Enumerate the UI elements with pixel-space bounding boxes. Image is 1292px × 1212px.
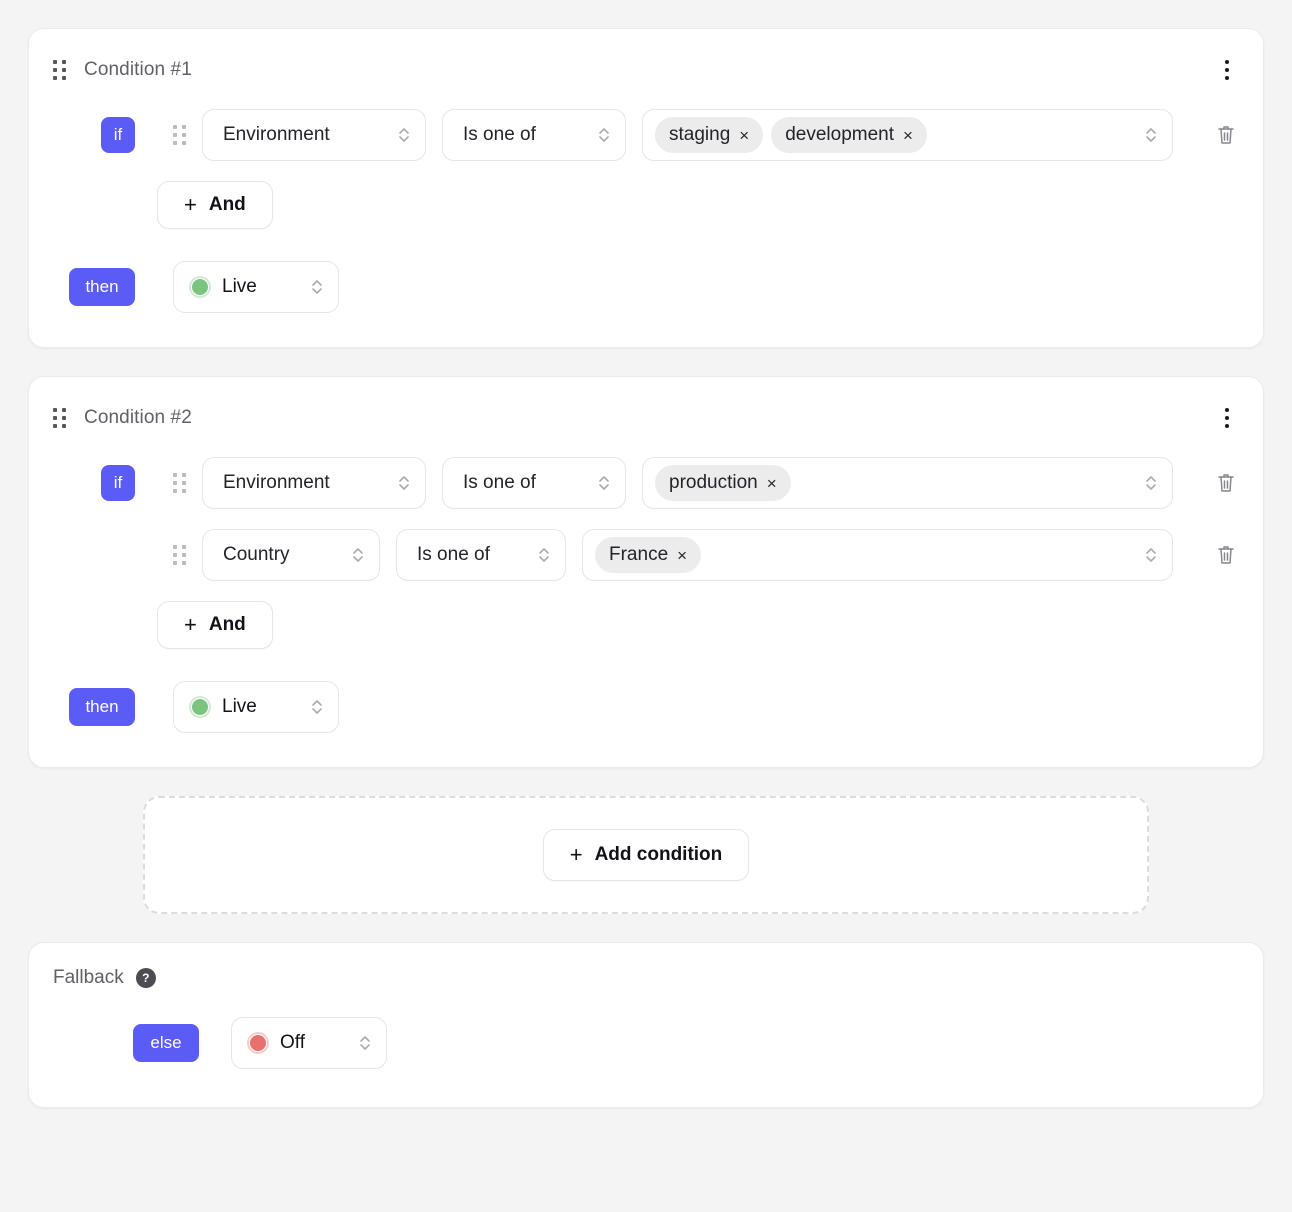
condition-2-then-row: then Live <box>69 681 1239 733</box>
chevron-up-down-icon <box>1144 125 1158 145</box>
condition-1-title: Condition #1 <box>84 59 192 80</box>
fallback-title: Fallback <box>53 967 124 988</box>
chevron-up-down-icon <box>1144 545 1158 565</box>
add-and-button[interactable]: + And <box>157 181 273 229</box>
value-tag-label: staging <box>669 124 731 145</box>
rule-field-select[interactable]: Environment <box>202 109 426 161</box>
chevron-up-down-icon <box>358 1033 372 1053</box>
then-status-label: Live <box>222 696 257 717</box>
rule-operator-select[interactable]: Is one of <box>396 529 566 581</box>
chevron-up-down-icon <box>1144 473 1158 493</box>
then-status-label: Live <box>222 276 257 297</box>
add-condition-area: + Add condition <box>28 796 1264 914</box>
condition-2-rules: if Environment Is one of production × Co… <box>53 457 1239 733</box>
value-tag[interactable]: France × <box>595 537 702 573</box>
value-tag-label: production <box>669 472 758 493</box>
fallback-header: Fallback ? <box>53 967 1239 989</box>
condition-2-header: Condition #2 <box>53 403 1239 433</box>
condition-1-and-row: + And <box>157 181 1239 229</box>
plus-icon: + <box>569 842 583 867</box>
rule-values-multiselect[interactable]: France × <box>582 529 1173 581</box>
if-badge[interactable]: if <box>101 465 135 501</box>
rule-row: if Environment Is one of <box>101 457 1239 509</box>
rule-field-label: Environment <box>223 472 330 493</box>
chevron-up-down-icon <box>597 473 611 493</box>
fallback-rows: else Off <box>53 1017 1239 1069</box>
value-tag-label: France <box>609 544 669 565</box>
rule-operator-select[interactable]: Is one of <box>442 109 626 161</box>
drag-handle-icon[interactable] <box>53 408 66 428</box>
status-dot-off <box>247 1032 269 1054</box>
close-icon[interactable]: × <box>739 127 749 144</box>
chevron-up-down-icon <box>310 697 324 717</box>
if-badge[interactable]: if <box>101 117 135 153</box>
value-tag[interactable]: development × <box>771 117 927 153</box>
status-dot-live <box>189 696 211 718</box>
rules-editor-page: Condition #1 if Environment Is one of st… <box>0 0 1292 1212</box>
value-tag-label: development <box>785 124 895 145</box>
chevron-up-down-icon <box>537 545 551 565</box>
fallback-card: Fallback ? else Off <box>28 942 1264 1108</box>
rule-operator-select[interactable]: Is one of <box>442 457 626 509</box>
add-and-label: And <box>208 614 246 635</box>
rule-drag-handle-icon[interactable] <box>173 473 186 493</box>
rule-operator-label: Is one of <box>463 124 536 145</box>
rule-field-label: Country <box>223 544 290 565</box>
rule-row: Country Is one of France × <box>157 529 1239 581</box>
plus-icon: + <box>184 612 197 637</box>
add-condition-button[interactable]: + Add condition <box>542 829 750 881</box>
kebab-menu-icon[interactable] <box>1215 403 1239 433</box>
rule-drag-handle-icon[interactable] <box>173 125 186 145</box>
value-tag[interactable]: production × <box>655 465 791 501</box>
rule-drag-handle-icon[interactable] <box>173 545 186 565</box>
plus-icon: + <box>184 192 197 217</box>
rule-values-multiselect[interactable]: production × <box>642 457 1173 509</box>
fallback-status-select[interactable]: Off <box>231 1017 387 1069</box>
chevron-up-down-icon <box>397 125 411 145</box>
fallback-status-label: Off <box>280 1032 305 1053</box>
condition-card-2: Condition #2 if Environment Is one of pr… <box>28 376 1264 768</box>
add-condition-dropzone[interactable]: + Add condition <box>143 796 1149 914</box>
then-status-select[interactable]: Live <box>173 261 339 313</box>
else-badge[interactable]: else <box>133 1024 199 1062</box>
then-badge[interactable]: then <box>69 688 135 726</box>
rule-row: if Environment Is one of <box>101 109 1239 161</box>
rule-values-multiselect[interactable]: staging × development × <box>642 109 1173 161</box>
chevron-up-down-icon <box>351 545 365 565</box>
then-badge[interactable]: then <box>69 268 135 306</box>
trash-icon[interactable] <box>1213 120 1239 150</box>
condition-2-and-row: + And <box>157 601 1239 649</box>
add-and-button[interactable]: + And <box>157 601 273 649</box>
chevron-up-down-icon <box>397 473 411 493</box>
trash-icon[interactable] <box>1213 468 1239 498</box>
chevron-up-down-icon <box>310 277 324 297</box>
value-tag[interactable]: staging × <box>655 117 764 153</box>
drag-handle-icon[interactable] <box>53 60 66 80</box>
condition-card-1: Condition #1 if Environment Is one of st… <box>28 28 1264 348</box>
close-icon[interactable]: × <box>677 547 687 564</box>
add-and-label: And <box>208 194 246 215</box>
close-icon[interactable]: × <box>767 475 777 492</box>
condition-1-rules: if Environment Is one of staging × devel… <box>53 109 1239 313</box>
condition-2-title: Condition #2 <box>84 407 192 428</box>
condition-1-header: Condition #1 <box>53 55 1239 85</box>
chevron-up-down-icon <box>597 125 611 145</box>
rule-field-select[interactable]: Country <box>202 529 380 581</box>
close-icon[interactable]: × <box>903 127 913 144</box>
help-icon[interactable]: ? <box>135 968 156 988</box>
status-dot-live <box>189 276 211 298</box>
then-status-select[interactable]: Live <box>173 681 339 733</box>
rule-operator-label: Is one of <box>463 472 536 493</box>
rule-operator-label: Is one of <box>417 544 490 565</box>
rule-field-select[interactable]: Environment <box>202 457 426 509</box>
kebab-menu-icon[interactable] <box>1215 55 1239 85</box>
rule-field-label: Environment <box>223 124 330 145</box>
add-condition-label: Add condition <box>594 844 723 865</box>
trash-icon[interactable] <box>1213 540 1239 570</box>
fallback-else-row: else Off <box>133 1017 1239 1069</box>
condition-1-then-row: then Live <box>69 261 1239 313</box>
